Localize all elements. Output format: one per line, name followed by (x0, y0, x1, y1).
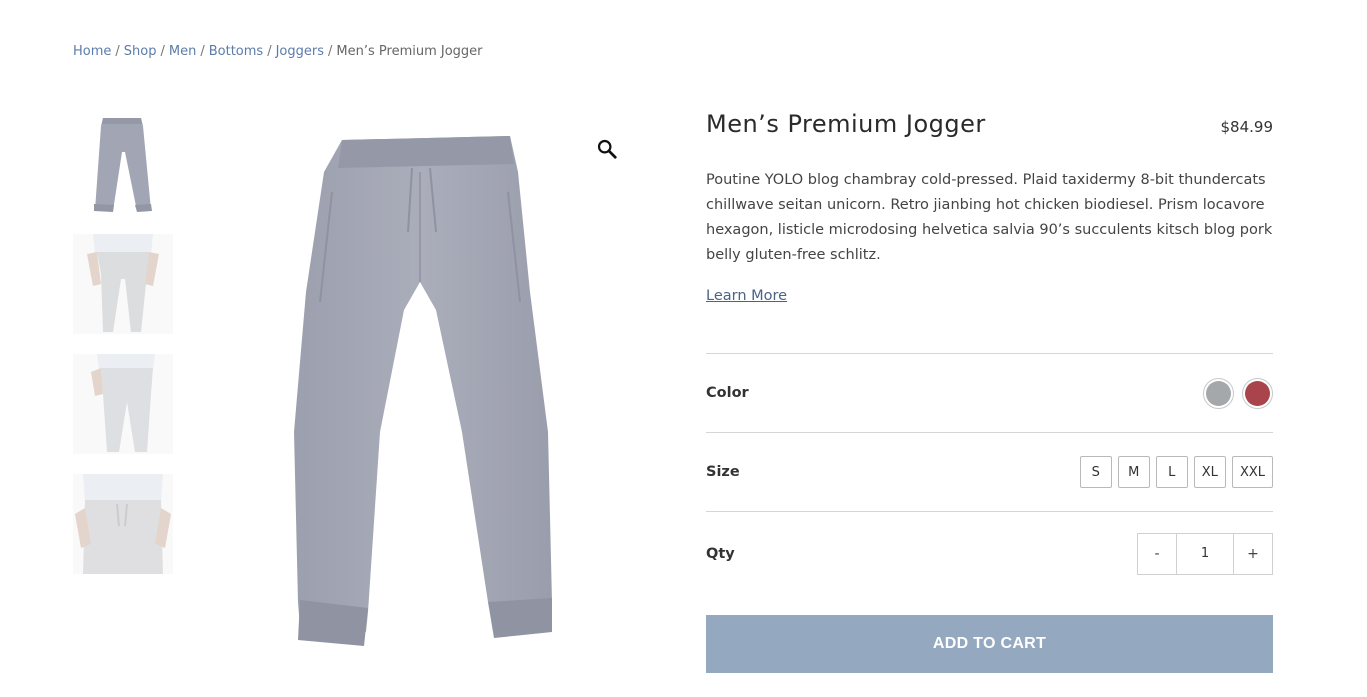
size-button-m[interactable]: M (1117, 456, 1150, 488)
product-price: $84.99 (1220, 118, 1274, 136)
color-swatches (1203, 377, 1273, 409)
product-thumbnails (73, 114, 173, 594)
color-swatch-red[interactable] (1242, 377, 1273, 409)
size-button-xxl[interactable]: XXL (1231, 456, 1273, 488)
thumbnail-model-detail[interactable] (73, 474, 173, 574)
jogger-model-side-image (73, 354, 173, 454)
breadcrumb-separator: / (328, 44, 333, 59)
breadcrumb-men[interactable]: Men (169, 44, 196, 59)
breadcrumb-bottoms[interactable]: Bottoms (209, 44, 263, 59)
size-label: Size (706, 464, 740, 480)
jogger-model-front-image (73, 234, 173, 334)
breadcrumb-separator: / (200, 44, 205, 59)
main-product-image[interactable] (260, 114, 630, 674)
breadcrumb: Home / Shop / Men / Bottoms / Joggers / Men’s Prem… (73, 44, 483, 59)
color-label: Color (706, 385, 749, 401)
swatch-fill-red (1245, 380, 1270, 406)
breadcrumb-joggers[interactable]: Joggers (276, 44, 324, 59)
breadcrumb-separator: / (160, 44, 165, 59)
size-buttons: S M L XL XXL (1079, 456, 1273, 488)
breadcrumb-shop[interactable]: Shop (124, 44, 157, 59)
product-info: Men’s Premium Jogger $84.99 Poutine YOLO… (706, 110, 1274, 575)
color-option-row: Color (706, 353, 1273, 432)
qty-increase-button[interactable]: + (1234, 533, 1272, 574)
breadcrumb-separator: / (267, 44, 272, 59)
qty-input[interactable] (1176, 533, 1234, 574)
thumbnail-model-side[interactable] (73, 354, 173, 454)
gray-jogger-image (294, 136, 552, 646)
add-to-cart-button[interactable]: ADD TO CART (706, 615, 1273, 673)
magnifier-icon[interactable] (596, 138, 618, 160)
size-button-xl[interactable]: XL (1193, 456, 1226, 488)
qty-decrease-button[interactable]: - (1138, 533, 1176, 574)
learn-more-link[interactable]: Learn More (706, 288, 787, 304)
breadcrumb-current: Men’s Premium Jogger (336, 44, 483, 59)
qty-label: Qty (706, 545, 735, 562)
jogger-front-thumbnail-image (94, 118, 152, 212)
size-option-row: Size S M L XL XXL (706, 432, 1273, 511)
size-button-l[interactable]: L (1155, 456, 1188, 488)
jogger-model-detail-image (73, 474, 173, 574)
breadcrumb-separator: / (115, 44, 120, 59)
swatch-fill-gray (1206, 380, 1231, 406)
product-title: Men’s Premium Jogger (706, 110, 986, 138)
quantity-stepper: - + (1137, 532, 1273, 575)
product-description: Poutine YOLO blog chambray cold-pressed.… (706, 172, 1273, 263)
size-button-s[interactable]: S (1079, 456, 1112, 488)
thumbnail-model-front[interactable] (73, 234, 173, 334)
breadcrumb-home[interactable]: Home (73, 44, 111, 59)
thumbnail-front[interactable] (73, 114, 173, 214)
qty-option-row: Qty - + (706, 511, 1273, 595)
color-swatch-gray[interactable] (1203, 377, 1234, 409)
